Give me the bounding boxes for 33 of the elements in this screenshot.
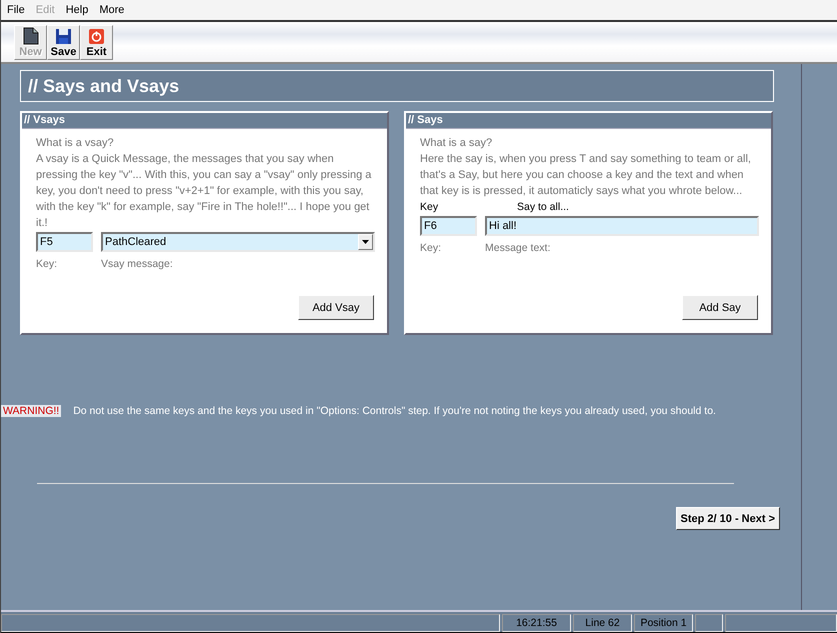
description-text: Here the say is, when you press T and say something to team or all, that's a Say, but here you can choose a key and the text and when that key is is pressed, it automaticly says what you whrote below... [420,152,752,199]
status-panel [695,614,723,632]
add-vsay-button[interactable]: Add Vsay [298,295,374,320]
message-caption: Message text: [485,242,550,254]
message-caption: Vsay message: [101,258,173,270]
power-icon [88,28,105,44]
menu-item[interactable]: More [93,4,130,16]
document-icon [22,27,38,45]
status-text: Position 1 [634,614,693,632]
key-caption: Key: [36,258,58,270]
add-say-button[interactable]: Add Say [682,295,758,320]
toolbar-button[interactable]: Save [47,25,80,60]
status-text: Line 62 [573,614,632,632]
page-title: // Says and Vsays [20,70,774,102]
menu-item[interactable]: Help [60,4,94,16]
question-text: What is a say? [420,136,494,151]
menu-item[interactable]: File [1,4,30,16]
warning-text: Do not use the same keys and the keys you used in "Options: Controls" step. If you're not noting the keys you already used, you should to. [73,405,716,417]
message-dropdown[interactable]: PathCleared [101,232,375,252]
message-label: Say to all... [516,201,569,213]
key-caption: Key: [420,242,442,254]
question-text: What is a vsay? [36,136,115,151]
message-field[interactable]: Hi all! [485,216,759,236]
next-step-button[interactable]: Step 2/ 10 - Next > [676,507,780,530]
warning-label: WARNING!! [1,405,62,417]
status-text: 16:21:55 [502,614,571,632]
key-field[interactable]: F6 [420,216,477,236]
panel-title: // Vsays [22,113,387,129]
key-field[interactable]: F5 [36,232,93,252]
panel-title: // Says [406,113,771,129]
key-label: Key [420,201,440,213]
description-text: A vsay is a Quick Message, the messages that you say when pressing the key "v"... With this, you can say a "vsay" only pressing a key, you don't need to press "v+2+1" for example, with this you say, with the key "k" for example, say "Fire in The hole!!"... I hope you get it.! [36,152,372,231]
toolbar-button[interactable]: Exit [80,25,113,60]
